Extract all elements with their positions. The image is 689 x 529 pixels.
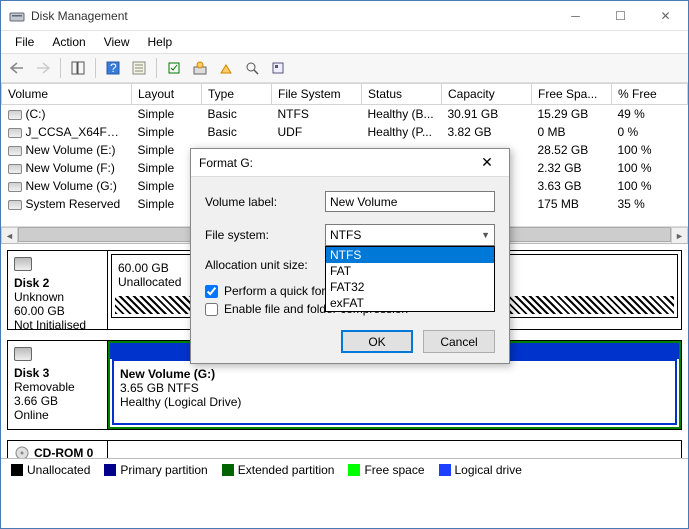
svg-text:?: ? — [110, 61, 117, 75]
disk-status: Removable — [14, 380, 101, 394]
disk-size: 3.66 GB — [14, 394, 101, 408]
ok-button[interactable]: OK — [341, 330, 413, 353]
format-dialog: Format G: ✕ Volume label: File system: N… — [190, 148, 510, 364]
fs-option-ntfs[interactable]: NTFS — [326, 247, 494, 263]
properties-icon[interactable] — [127, 56, 151, 80]
dialog-titlebar[interactable]: Format G: ✕ — [191, 149, 509, 177]
cdrom-name: CD-ROM 0 — [34, 446, 93, 458]
maximize-button[interactable]: ☐ — [598, 1, 643, 30]
legend-logical: Logical drive — [439, 463, 522, 477]
cdrom-icon — [14, 445, 30, 458]
volume-icon — [8, 110, 22, 120]
volume-icon — [8, 128, 22, 138]
tool-icon-3[interactable] — [214, 56, 238, 80]
close-button[interactable]: ✕ — [643, 1, 688, 30]
col-layout[interactable]: Layout — [132, 84, 202, 105]
help-icon[interactable]: ? — [101, 56, 125, 80]
window-title: Disk Management — [31, 9, 553, 23]
legend-extended: Extended partition — [222, 463, 335, 477]
col-volume[interactable]: Volume — [2, 84, 132, 105]
legend-free: Free space — [348, 463, 424, 477]
tool-icon-5[interactable] — [266, 56, 290, 80]
volume-icon — [8, 146, 22, 156]
volume-label-label: Volume label: — [205, 195, 325, 209]
file-system-value: NTFS — [330, 228, 361, 242]
disk-size: 60.00 GB — [14, 304, 101, 318]
menu-action[interactable]: Action — [44, 33, 93, 51]
titlebar: Disk Management ─ ☐ ✕ — [1, 1, 688, 31]
vol-detail: 3.65 GB NTFS — [120, 381, 669, 395]
show-hide-button[interactable] — [66, 56, 90, 80]
app-icon — [9, 8, 25, 24]
disk-icon — [14, 347, 32, 361]
minimize-button[interactable]: ─ — [553, 1, 598, 30]
col-capacity[interactable]: Capacity — [442, 84, 532, 105]
col-free[interactable]: Free Spa... — [532, 84, 612, 105]
tool-icon-4[interactable] — [240, 56, 264, 80]
menu-view[interactable]: View — [96, 33, 138, 51]
table-row[interactable]: J_CCSA_X64FRE_E...SimpleBasicUDFHealthy … — [2, 123, 688, 141]
fs-option-fat32[interactable]: FAT32 — [326, 279, 494, 295]
table-row[interactable]: (C:)SimpleBasicNTFSHealthy (B...30.91 GB… — [2, 105, 688, 124]
disk-row[interactable]: CD-ROM 0 — [7, 440, 682, 458]
disk-info: Disk 3 Removable 3.66 GB Online — [8, 341, 108, 429]
legend-primary: Primary partition — [104, 463, 207, 477]
toolbar: ? — [1, 53, 688, 83]
file-system-dropdown: NTFS FAT FAT32 exFAT — [325, 246, 495, 312]
chevron-down-icon: ▼ — [481, 230, 490, 240]
vol-name: New Volume (G:) — [120, 367, 669, 381]
disk-name: Disk 3 — [14, 366, 101, 380]
forward-button[interactable] — [31, 56, 55, 80]
fs-option-fat[interactable]: FAT — [326, 263, 494, 279]
legend: Unallocated Primary partition Extended p… — [1, 458, 688, 480]
disk-init: Not Initialised — [14, 318, 101, 332]
menubar: File Action View Help — [1, 31, 688, 53]
disk-status: Unknown — [14, 290, 101, 304]
disk-icon — [14, 257, 32, 271]
cancel-button[interactable]: Cancel — [423, 330, 495, 353]
volume-icon — [8, 182, 22, 192]
compression-checkbox[interactable] — [205, 303, 218, 316]
col-fs[interactable]: File System — [272, 84, 362, 105]
fs-option-exfat[interactable]: exFAT — [326, 295, 494, 311]
col-status[interactable]: Status — [362, 84, 442, 105]
volume-icon — [8, 200, 22, 210]
volume-icon — [8, 164, 22, 174]
dialog-title: Format G: — [199, 156, 473, 170]
file-system-select[interactable]: NTFS ▼ — [325, 224, 495, 246]
allocation-unit-label: Allocation unit size: — [205, 258, 325, 272]
volume-label-input[interactable] — [325, 191, 495, 212]
col-pct[interactable]: % Free — [612, 84, 688, 105]
scroll-left-button[interactable]: ◄ — [1, 227, 18, 243]
disk-info: CD-ROM 0 — [8, 441, 108, 458]
logical-volume[interactable]: New Volume (G:) 3.65 GB NTFS Healthy (Lo… — [112, 359, 677, 425]
menu-help[interactable]: Help — [140, 33, 181, 51]
column-headers[interactable]: Volume Layout Type File System Status Ca… — [2, 84, 688, 105]
menu-file[interactable]: File — [7, 33, 42, 51]
tool-icon-2[interactable] — [188, 56, 212, 80]
disk-info: Disk 2 Unknown 60.00 GB Not Initialised — [8, 251, 108, 329]
vol-status: Healthy (Logical Drive) — [120, 395, 669, 409]
scroll-right-button[interactable]: ► — [671, 227, 688, 243]
col-type[interactable]: Type — [202, 84, 272, 105]
disk-volume-area[interactable] — [108, 441, 681, 458]
quick-format-checkbox[interactable] — [205, 285, 218, 298]
back-button[interactable] — [5, 56, 29, 80]
dialog-close-button[interactable]: ✕ — [473, 149, 501, 177]
disk-online: Online — [14, 408, 101, 422]
legend-unallocated: Unallocated — [11, 463, 90, 477]
tool-icon-1[interactable] — [162, 56, 186, 80]
disk-name: Disk 2 — [14, 276, 101, 290]
file-system-label: File system: — [205, 228, 325, 242]
